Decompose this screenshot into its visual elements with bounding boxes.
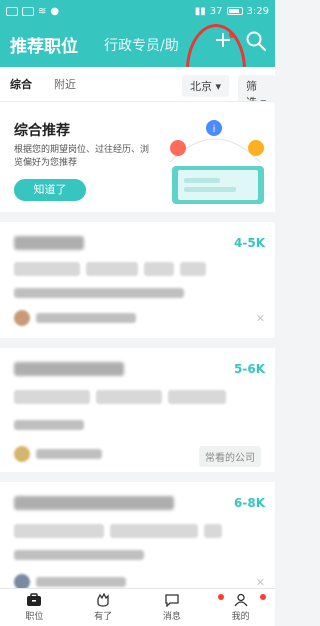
status-time: 3:29 [246, 5, 269, 17]
job-title-blurred [14, 496, 174, 510]
status-left-icons: ≋ ● [6, 6, 59, 17]
avatar [14, 310, 30, 326]
nav-messages[interactable]: 消息 [138, 589, 224, 626]
nav-label: 有了 [94, 612, 113, 622]
filter-bar: 综合 附近 北京 ▾ 筛选 ▾ [0, 67, 275, 113]
signal-icon: ▮▮ [194, 5, 206, 17]
chat-icon [165, 594, 179, 607]
job-title-blurred [14, 362, 124, 376]
job-card[interactable]: 5-6K 常看的公司 [0, 348, 275, 472]
city-select[interactable]: 北京 ▾ [182, 75, 230, 97]
profile-icon [234, 593, 248, 607]
job-tag [96, 390, 162, 404]
job-tag [180, 262, 206, 276]
chat-notification-icon: ● [50, 5, 60, 17]
job-salary: 4-5K [234, 236, 265, 250]
job-tag [168, 390, 226, 404]
recruiter-line [36, 577, 126, 587]
notification-icon [6, 6, 18, 16]
briefcase-icon [27, 593, 42, 606]
company-line [14, 420, 84, 430]
battery-level: 37 [209, 5, 223, 17]
nav-label: 我的 [231, 612, 250, 622]
notification-dot [260, 594, 267, 600]
nav-have[interactable]: 有了 [69, 589, 138, 626]
app-header: 推荐职位 行政专员/助 + [0, 22, 275, 116]
tab-nearby[interactable]: 附近 [54, 76, 76, 92]
wifi-icon: ≋ [38, 5, 47, 17]
status-bar: ≋ ● ▮▮ 37 3:29 [0, 0, 275, 22]
page-title[interactable]: 推荐职位 [10, 32, 78, 57]
recommend-card: 综合推荐 根据您的期望岗位、过往经历、浏览偏好为您推荐 知道了 i [0, 101, 275, 212]
frequent-company-badge: 常看的公司 [199, 446, 261, 467]
nav-profile[interactable]: 我的 [206, 589, 275, 626]
app-icon [22, 6, 34, 16]
chevron-down-icon: ▾ [212, 80, 222, 93]
got-it-button[interactable]: 知道了 [14, 179, 86, 201]
recommend-illustration: i [169, 120, 264, 204]
job-salary: 6-8K [234, 496, 265, 510]
nav-jobs[interactable]: 职位 [0, 589, 69, 626]
bottom-nav: 职位 有了 消息 我的 [0, 588, 275, 626]
job-tag [14, 524, 104, 538]
status-right: ▮▮ 37 3:29 [195, 6, 269, 17]
job-card[interactable]: 6-8K ✕ [0, 482, 275, 590]
battery-icon [226, 7, 243, 15]
job-tag [204, 524, 222, 538]
job-tag [110, 524, 198, 538]
job-salary: 5-6K [234, 362, 265, 376]
job-title-blurred [14, 236, 84, 250]
recommend-description: 根据您的期望岗位、过往经历、浏览偏好为您推荐 [14, 145, 150, 168]
job-card[interactable]: 4-5K ✕ [0, 222, 275, 338]
city-label: 北京 [190, 80, 212, 93]
avatar [14, 446, 30, 462]
recruiter-line [36, 313, 136, 323]
hand-icon [97, 593, 109, 607]
job-tag [86, 262, 138, 276]
recruiter-line [36, 449, 102, 459]
search-icon[interactable] [245, 30, 267, 52]
tab-secondary[interactable]: 行政专员/助 [104, 35, 194, 55]
recommend-title: 综合推荐 [14, 123, 70, 139]
tab-comprehensive[interactable]: 综合 [10, 76, 32, 92]
nav-label: 职位 [25, 612, 44, 622]
job-tag [144, 262, 174, 276]
close-icon[interactable]: ✕ [256, 312, 265, 325]
company-line [14, 288, 184, 298]
company-line [14, 550, 144, 560]
svg-text:i: i [213, 124, 216, 135]
job-tag [14, 262, 80, 276]
nav-label: 消息 [162, 612, 181, 622]
job-tag [14, 390, 90, 404]
